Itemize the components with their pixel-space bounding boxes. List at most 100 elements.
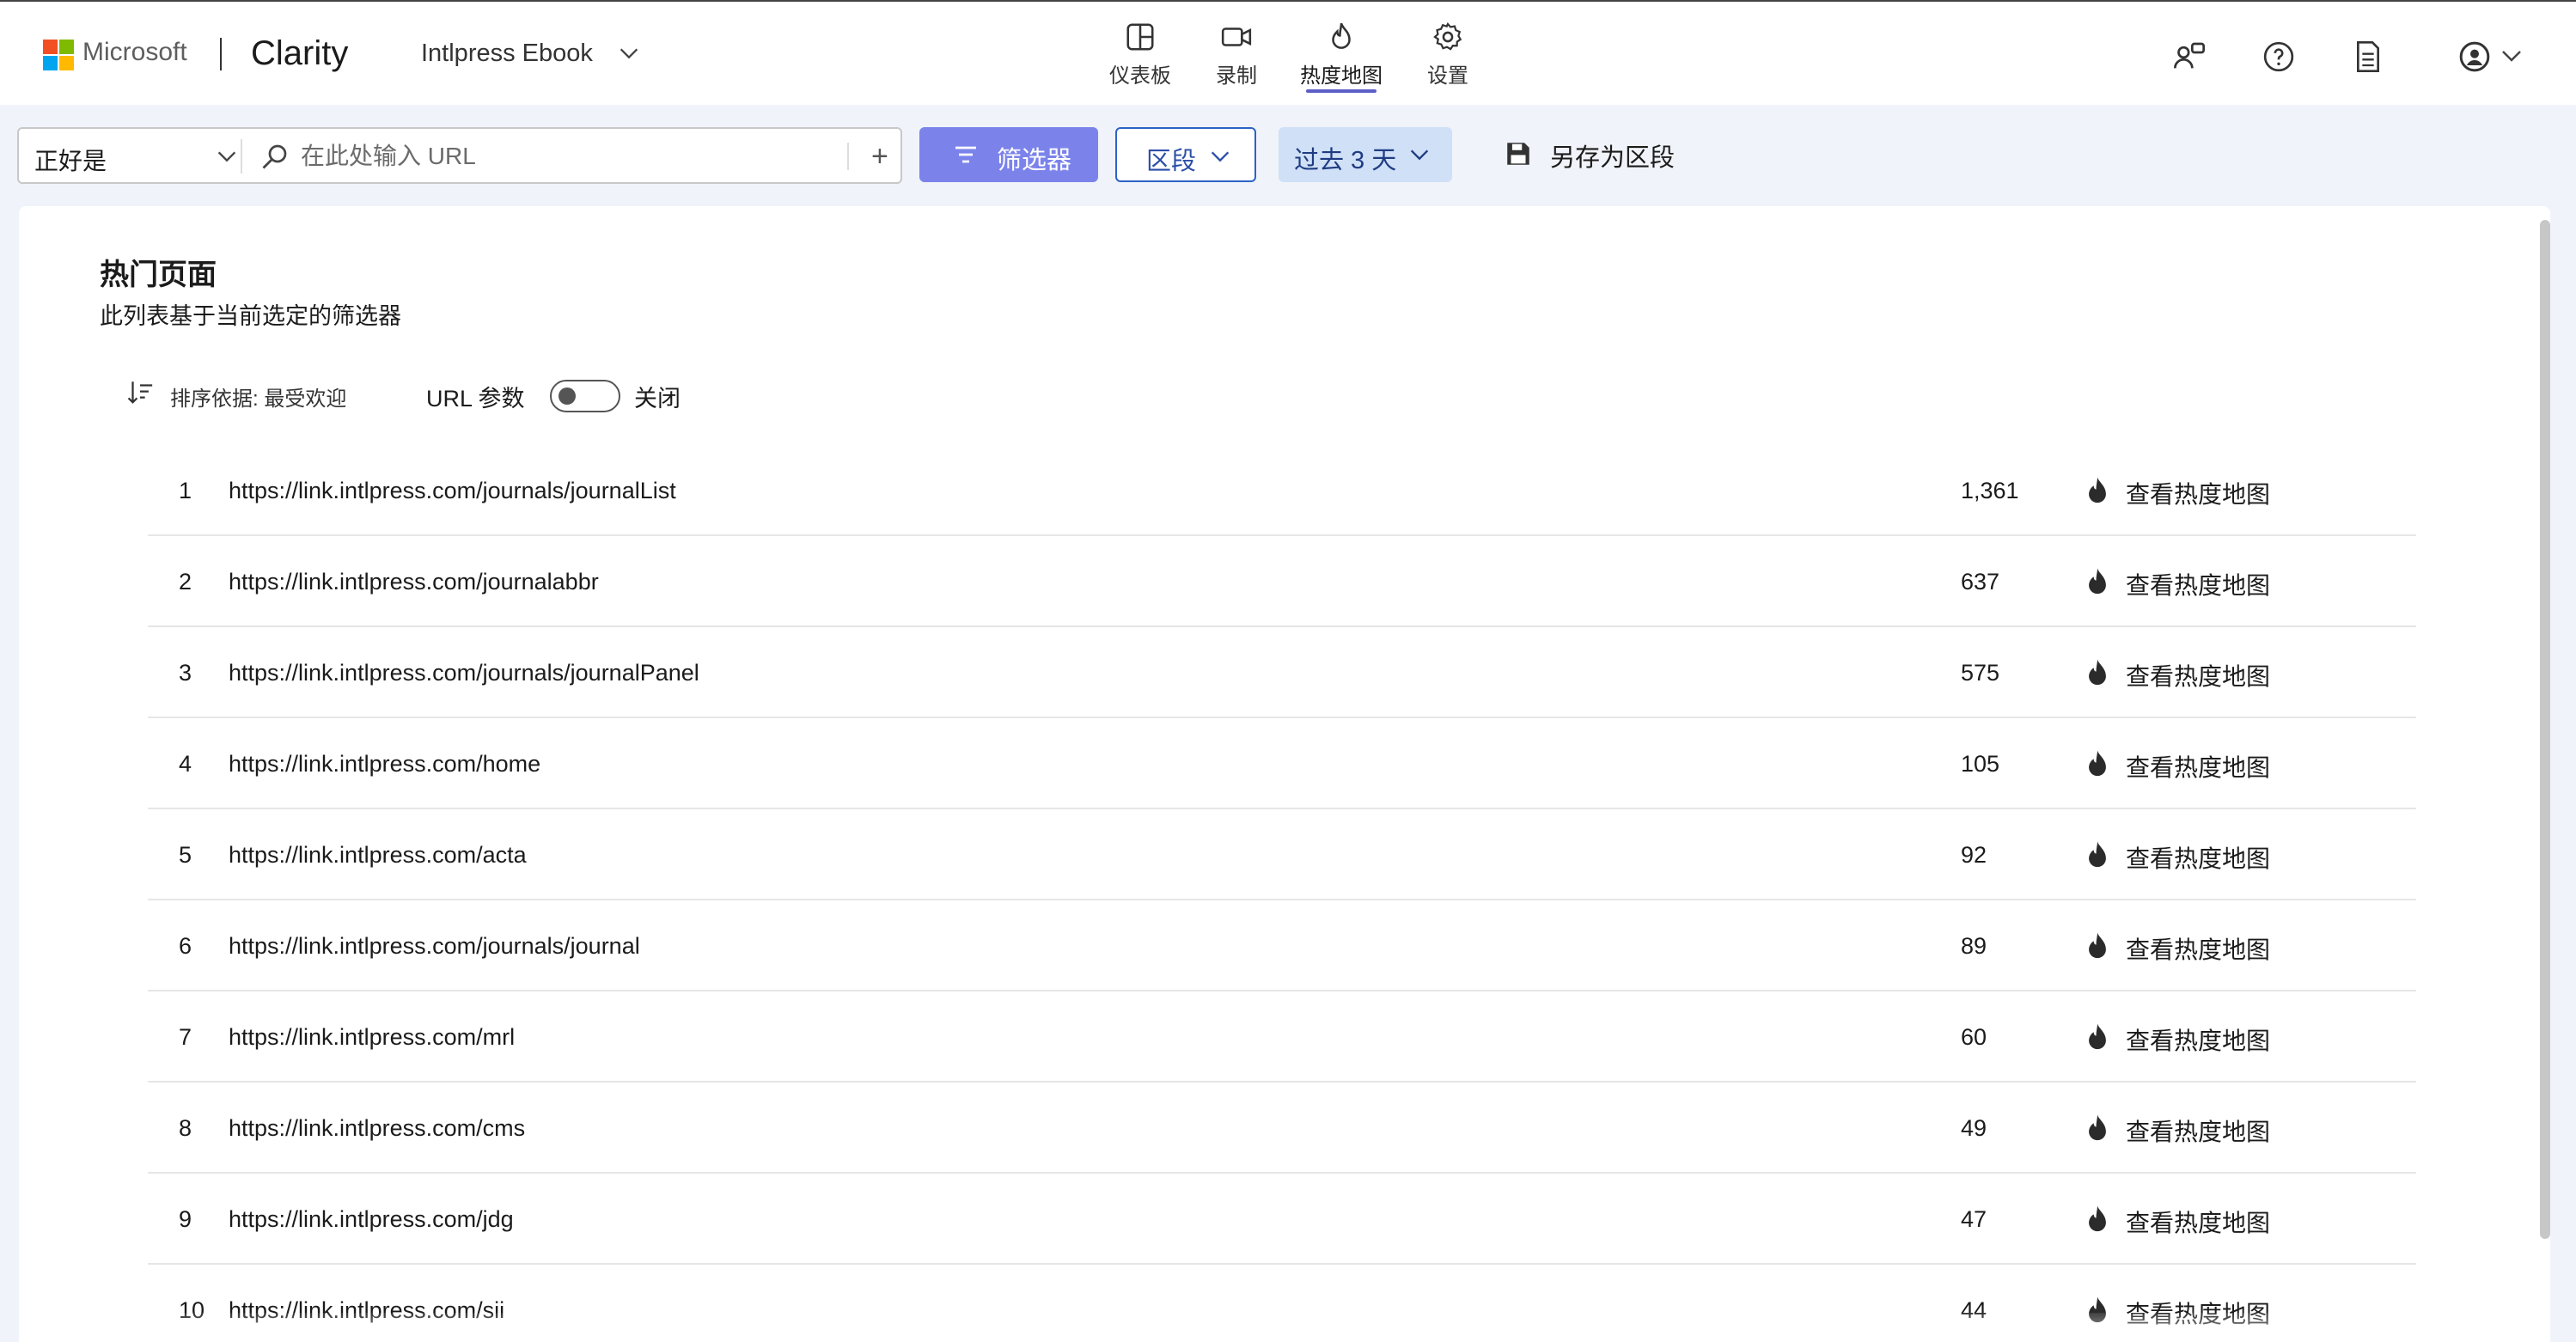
bottom-edge: [19, 1313, 2536, 1342]
row-rank: 9: [179, 1206, 192, 1232]
heatmap-icon: [2089, 932, 2106, 959]
row-count: 105: [1961, 751, 2000, 777]
heatmap-icon: [2089, 568, 2106, 595]
heatmap-icon: [2089, 841, 2106, 868]
help-icon: [2263, 41, 2294, 72]
row-count: 1,361: [1961, 478, 2019, 503]
chevron-down-icon[interactable]: [617, 41, 641, 65]
row-count: 92: [1961, 842, 1987, 868]
view-heatmap-label: 查看热度地图: [2126, 572, 2271, 599]
divider: [241, 139, 242, 174]
filter-icon: [955, 146, 976, 163]
heatmap-icon: [2089, 1114, 2106, 1141]
sort-icon: [127, 381, 153, 404]
filter-bar: 正好是 + 筛选器 区段 过去 3 天 另存为区段: [0, 105, 2576, 204]
dashboard-icon: [1126, 23, 1154, 51]
heatmap-icon: [2089, 1023, 2106, 1050]
page-title: 热门页面: [100, 259, 217, 291]
view-heatmap-label: 查看热度地图: [2126, 481, 2271, 508]
segments-button-label: 区段: [1146, 148, 1197, 175]
view-heatmap-label: 查看热度地图: [2126, 845, 2271, 872]
row-count: 49: [1961, 1115, 1987, 1141]
brand-divider: [220, 38, 222, 70]
add-url-button[interactable]: +: [871, 139, 888, 174]
url-param-toggle[interactable]: [550, 380, 620, 412]
chevron-down-icon[interactable]: [215, 144, 239, 168]
heatmap-icon: [2089, 750, 2106, 777]
row-rank: 8: [179, 1115, 192, 1141]
row-url[interactable]: https://link.intlpress.com/journals/jour…: [229, 933, 640, 960]
row-rank: 4: [179, 751, 192, 777]
row-count: 575: [1961, 660, 2000, 686]
list-item: 9 https://link.intlpress.com/jdg 47 查看热度…: [148, 1174, 2416, 1265]
vertical-scrollbar[interactable]: [2540, 220, 2550, 1239]
save-as-segment-label: 另存为区段: [1550, 144, 1676, 172]
url-param-label: URL 参数: [426, 386, 525, 412]
heatmap-icon: [1332, 22, 1351, 49]
project-selector[interactable]: Intlpress Ebook: [421, 40, 593, 68]
row-url[interactable]: https://link.intlpress.com/home: [229, 751, 540, 778]
view-heatmap-label: 查看热度地图: [2126, 663, 2271, 690]
list-item: 3 https://link.intlpress.com/journals/jo…: [148, 627, 2416, 718]
account-button[interactable]: [2457, 40, 2492, 74]
date-range-button[interactable]: 过去 3 天: [1279, 127, 1452, 182]
row-url[interactable]: https://link.intlpress.com/journalabbr: [229, 569, 599, 595]
row-rank: 1: [179, 478, 192, 503]
microsoft-logo-icon: [43, 40, 74, 70]
top-bar: Microsoft Clarity Intlpress Ebook 仪表板 录制…: [0, 0, 2576, 105]
share-people-button[interactable]: [2172, 40, 2207, 74]
row-url[interactable]: https://link.intlpress.com/journals/jour…: [229, 660, 699, 686]
list-item: 2 https://link.intlpress.com/journalabbr…: [148, 536, 2416, 627]
row-rank: 2: [179, 569, 192, 595]
url-filter-combo: 正好是 +: [17, 127, 902, 184]
nav-heatmaps-label: 热度地图: [1300, 64, 1383, 88]
nav-dashboard-label: 仪表板: [1109, 64, 1171, 88]
list-item: 5 https://link.intlpress.com/acta 92 查看热…: [148, 809, 2416, 900]
view-heatmap-label: 查看热度地图: [2126, 1210, 2271, 1236]
nav-settings-label: 设置: [1427, 64, 1468, 88]
filters-button[interactable]: 筛选器: [919, 127, 1098, 182]
chevron-down-icon: [1211, 151, 1230, 162]
match-mode-select[interactable]: 正好是: [34, 143, 107, 177]
heatmap-icon: [2089, 1205, 2106, 1232]
filters-button-label: 筛选器: [997, 147, 1072, 174]
save-icon: [1507, 143, 1529, 165]
row-rank: 5: [179, 842, 192, 868]
nav-dashboard[interactable]: 仪表板: [1093, 17, 1187, 93]
active-tab-indicator: [1306, 89, 1377, 93]
row-rank: 3: [179, 660, 192, 686]
top-pages-list: 1 https://link.intlpress.com/journals/jo…: [148, 445, 2416, 1342]
recordings-icon: [1221, 27, 1252, 46]
row-url[interactable]: https://link.intlpress.com/jdg: [229, 1206, 514, 1233]
row-url[interactable]: https://link.intlpress.com/mrl: [229, 1024, 515, 1051]
sort-label: 排序依据: 最受欢迎: [170, 387, 347, 411]
nav-recordings[interactable]: 录制: [1189, 17, 1284, 93]
list-item: 1 https://link.intlpress.com/journals/jo…: [148, 445, 2416, 536]
share-people-icon: [2174, 42, 2205, 69]
chevron-down-icon: [1410, 149, 1429, 161]
app-title[interactable]: Clarity: [251, 34, 348, 73]
chevron-down-icon[interactable]: [2499, 43, 2524, 69]
view-heatmap-label: 查看热度地图: [2126, 1119, 2271, 1145]
nav-settings[interactable]: 设置: [1401, 17, 1495, 93]
search-icon: [262, 144, 287, 169]
list-item: 4 https://link.intlpress.com/home 105 查看…: [148, 718, 2416, 809]
nav-heatmaps[interactable]: 热度地图: [1294, 17, 1389, 93]
row-url[interactable]: https://link.intlpress.com/journals/jour…: [229, 478, 676, 504]
row-rank: 7: [179, 1024, 192, 1050]
microsoft-wordmark: Microsoft: [82, 38, 187, 66]
row-rank: 6: [179, 933, 192, 959]
document-button[interactable]: [2351, 40, 2385, 74]
document-icon: [2357, 41, 2379, 72]
list-item: 8 https://link.intlpress.com/cms 49 查看热度…: [148, 1083, 2416, 1174]
segments-button[interactable]: 区段: [1115, 127, 1256, 182]
view-heatmap-label: 查看热度地图: [2126, 936, 2271, 963]
url-input[interactable]: [301, 137, 851, 175]
help-button[interactable]: [2262, 40, 2296, 74]
row-url[interactable]: https://link.intlpress.com/acta: [229, 842, 527, 869]
row-url[interactable]: https://link.intlpress.com/cms: [229, 1115, 525, 1142]
url-param-state: 关闭: [634, 386, 681, 412]
nav-recordings-label: 录制: [1216, 64, 1257, 88]
account-icon: [2459, 41, 2490, 72]
date-range-label: 过去 3 天: [1294, 147, 1397, 174]
